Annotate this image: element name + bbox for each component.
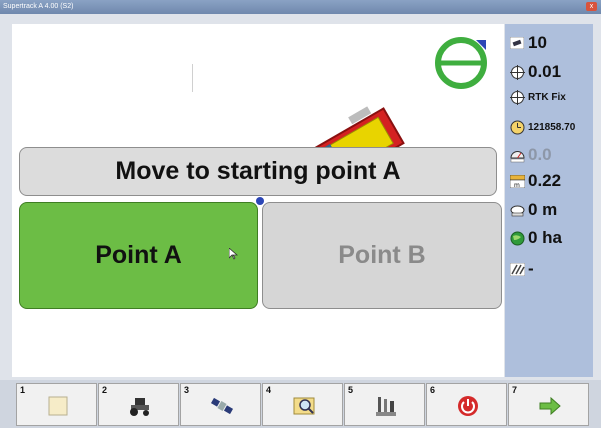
toolbar-button-4[interactable]: 4 [262, 383, 343, 426]
toolbar-button-6[interactable]: 6 [426, 383, 507, 426]
offset-stat: m 0.22 [509, 170, 561, 192]
mouse-cursor-icon [229, 248, 238, 260]
time-value: 121858.70 [528, 121, 576, 133]
satellites-stat: 10 [509, 32, 547, 54]
toolbar-button-number: 7 [512, 385, 518, 395]
crosshair-icon [509, 89, 525, 105]
speed-value: 0.0 [528, 145, 552, 164]
area-value: 0 ha [528, 228, 563, 247]
toolbar-button-5[interactable]: 5 [344, 383, 425, 426]
next-arrow-icon [539, 396, 561, 416]
fix-type-value: RTK Fix [528, 91, 566, 103]
crosshair-icon [509, 64, 525, 80]
toolbar-button-number: 2 [102, 385, 108, 395]
tractor-icon [130, 398, 149, 416]
svg-text:m: m [514, 182, 520, 188]
instruction-banner: Move to starting point A [19, 147, 497, 196]
fix-stat: RTK Fix [509, 86, 566, 108]
clock-icon [509, 119, 525, 135]
precision-stat: 0.01 [509, 61, 561, 83]
toolbar-button-number: 3 [184, 385, 190, 395]
implement-value: - [528, 259, 534, 278]
globe-icon [509, 230, 525, 246]
guide-line [192, 64, 193, 92]
field-search-icon [293, 397, 315, 415]
point-b-button[interactable]: Point B [262, 202, 502, 309]
speedometer-icon [509, 147, 525, 163]
toolbar-button-number: 4 [266, 385, 272, 395]
distance-stat: 0 m [509, 199, 557, 221]
tools-icon [376, 397, 396, 416]
speed-stat: 0.0 [509, 144, 552, 166]
window-title: Supertrack A 4.00 (S2) [3, 3, 74, 10]
toolbar-button-number: 6 [430, 385, 436, 395]
distance-value: 0 m [528, 200, 558, 219]
toolbar-button-number: 5 [348, 385, 354, 395]
ruler-icon: m [509, 173, 525, 189]
status-panel: 10 0.01 RTK Fix 121858.70 0.0 m 0.22 0 m… [505, 24, 593, 377]
precision-value: 0.01 [528, 62, 562, 81]
time-stat: 121858.70 [509, 116, 575, 138]
offset-value: 0.22 [528, 171, 562, 190]
bottom-toolbar: 1 2 3 4 5 6 7 [0, 380, 601, 428]
implement-stat: - [509, 258, 534, 280]
toolbar-button-1[interactable]: 1 [16, 383, 97, 426]
power-icon [458, 396, 478, 416]
satellite-icon [509, 35, 525, 51]
toolbar-button-7[interactable]: 7 [508, 383, 589, 426]
point-a-button[interactable]: Point A [19, 202, 258, 309]
implement-icon [509, 261, 525, 277]
drag-handle[interactable] [256, 197, 264, 205]
area-stat: 0 ha [509, 227, 562, 249]
toolbar-button-number: 1 [20, 385, 26, 395]
satellite-icon [210, 397, 234, 415]
satellites-value: 10 [528, 33, 547, 52]
title-bar: Supertrack A 4.00 (S2) x [0, 0, 601, 14]
blank-page-icon [48, 396, 68, 416]
toolbar-button-2[interactable]: 2 [98, 383, 179, 426]
compass-icon[interactable] [432, 34, 490, 92]
distance-icon [509, 202, 525, 218]
close-button[interactable]: x [586, 2, 597, 11]
toolbar-button-3[interactable]: 3 [180, 383, 261, 426]
